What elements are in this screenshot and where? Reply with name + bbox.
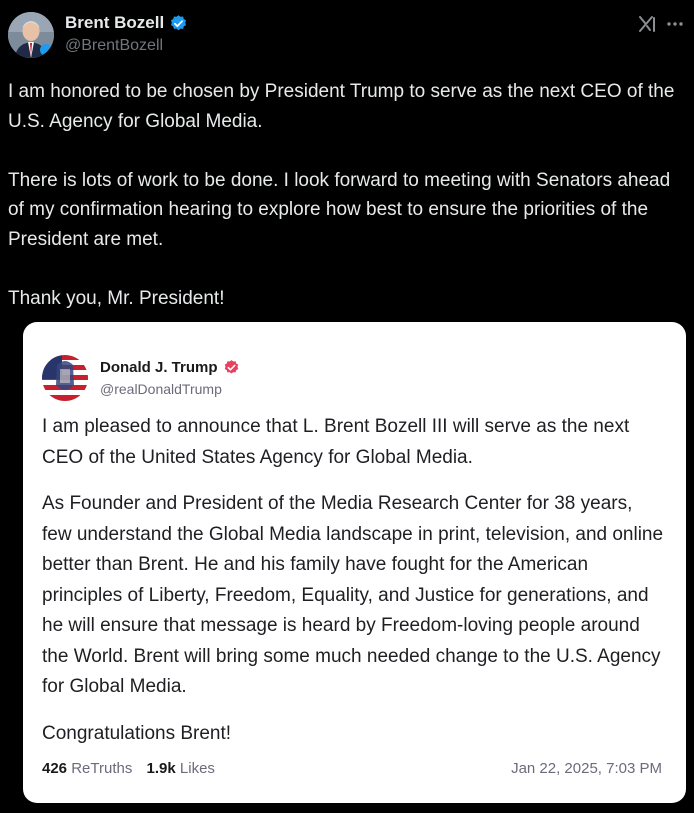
- retruths-count: 426: [42, 760, 68, 777]
- embed-stats: 426 ReTruths 1.9k Likes: [42, 760, 225, 777]
- post-paragraph: There is lots of work to be done. I look…: [8, 169, 671, 250]
- likes-label: Likes: [179, 760, 215, 777]
- author-avatar[interactable]: [8, 12, 54, 58]
- likes-count: 1.9k: [146, 760, 176, 777]
- embed-text: I am pleased to announce that L. Brent B…: [42, 412, 667, 765]
- embed-author-handle: @realDonaldTrump: [100, 381, 222, 397]
- embed-name-row: Donald J. Trump: [100, 357, 240, 377]
- embed-author-avatar: [42, 355, 88, 401]
- verified-badge-icon: [223, 359, 240, 376]
- author-name[interactable]: Brent Bozell: [65, 13, 164, 33]
- embedded-post-image[interactable]: Donald J. Trump @realDonaldTrump I am pl…: [23, 322, 686, 803]
- verified-badge-icon: [169, 14, 188, 33]
- likes-stat: 1.9k Likes: [147, 760, 215, 777]
- post-paragraph: I am honored to be chosen by President T…: [8, 81, 675, 132]
- embed-timestamp: Jan 22, 2025, 7:03 PM: [511, 760, 662, 777]
- post-text: I am honored to be chosen by President T…: [8, 77, 686, 313]
- grok-icon[interactable]: [636, 13, 658, 35]
- author-handle[interactable]: @BrentBozell: [65, 37, 188, 55]
- author-name-row: Brent Bozell: [65, 12, 188, 34]
- embed-author-info: Donald J. Trump @realDonaldTrump: [100, 357, 240, 397]
- retruths-stat: 426 ReTruths: [42, 760, 132, 777]
- embed-paragraph: Congratulations Brent!: [42, 722, 232, 744]
- post-paragraph: Thank you, Mr. President!: [8, 287, 225, 309]
- embed-paragraph: I am pleased to announce that L. Brent B…: [42, 416, 630, 468]
- embed-paragraph: As Founder and President of the Media Re…: [42, 493, 664, 697]
- embed-author-name: Donald J. Trump: [100, 358, 218, 376]
- retruths-label: ReTruths: [71, 760, 133, 777]
- more-options-icon[interactable]: [664, 13, 686, 35]
- author-info: Brent Bozell @BrentBozell: [65, 12, 188, 55]
- post-header: Brent Bozell @BrentBozell: [8, 10, 686, 60]
